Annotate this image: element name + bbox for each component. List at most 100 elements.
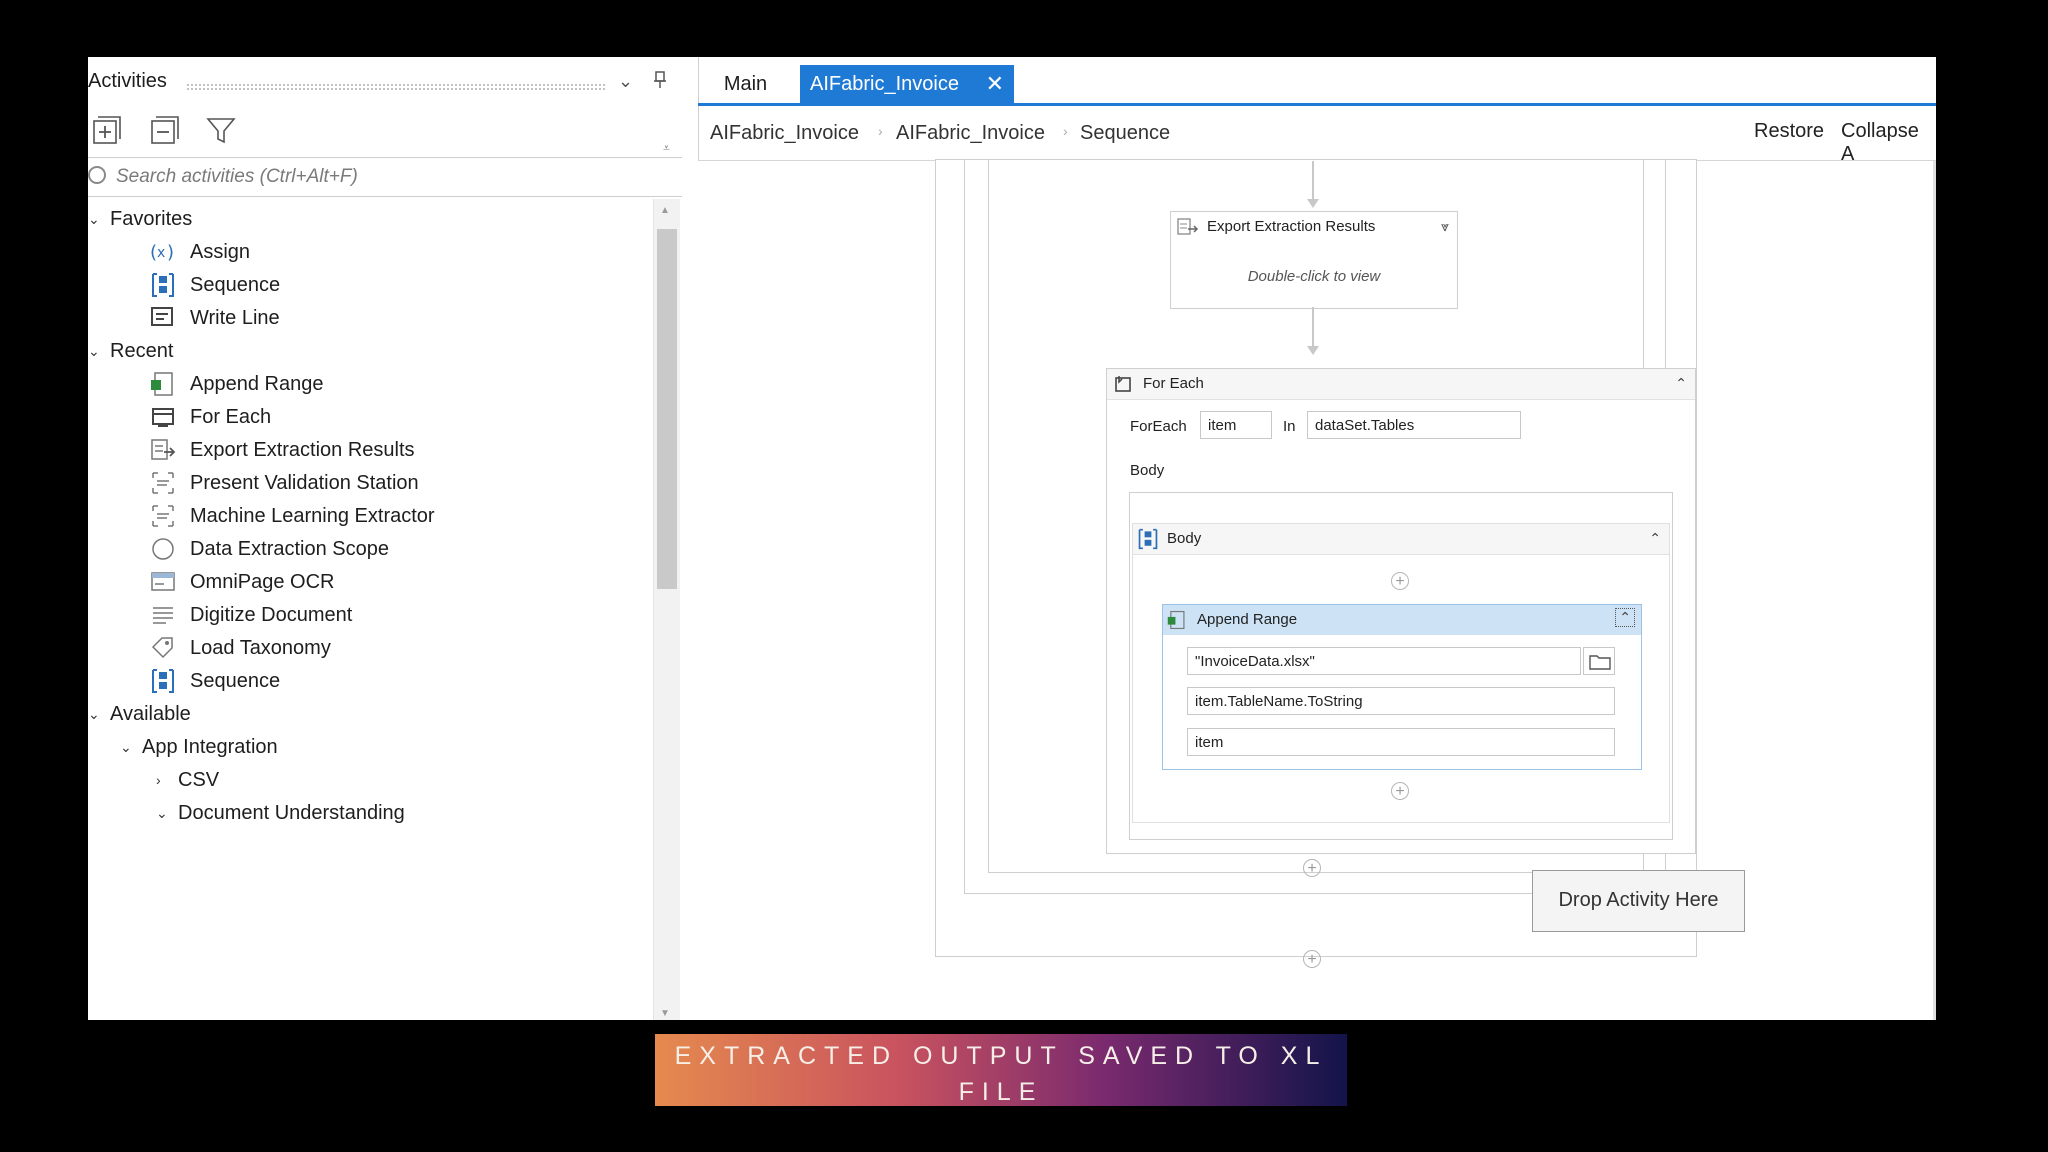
folder-icon [1589, 655, 1611, 670]
validation-station-icon [150, 470, 176, 496]
sheet-name-field[interactable]: item.TableName.ToString [1187, 687, 1615, 715]
workbook-path-field[interactable]: "InvoiceData.xlsx" [1187, 647, 1581, 675]
overflow-icon[interactable]: ⩡ [663, 141, 670, 156]
caption-text: EXTRACTED OUTPUT SAVED TO XL FILE [674, 1042, 1328, 1106]
svg-text:x: x [157, 245, 165, 261]
search-input[interactable] [114, 162, 658, 192]
export-icon [150, 437, 176, 463]
foreach-item-field[interactable]: item [1200, 411, 1272, 439]
document-tabs: Main AIFabric_Invoice ✕ [698, 57, 1936, 106]
activity-title: Export Extraction Results [1207, 218, 1376, 235]
breadcrumb-item[interactable]: AIFabric_Invoice [710, 122, 859, 145]
collapse-all-button[interactable]: Collapse A [1841, 120, 1936, 166]
list-item-label: For Each [190, 405, 272, 428]
breadcrumb: AIFabric_Invoice › AIFabric_Invoice › Se… [698, 106, 1936, 165]
studio-window: Activities ⌄ ⩡ ⌄ Favorites (x) Assi [88, 57, 1936, 1020]
chevron-right-icon[interactable]: › [156, 772, 178, 788]
chevron-down-icon[interactable]: ⌄ [88, 343, 110, 360]
group-label: Recent [110, 339, 174, 362]
body-drop-area[interactable]: Body ⌃ + Append Range ⌃ "InvoiceData.xls… [1129, 492, 1673, 840]
for-each-icon [150, 404, 176, 430]
list-item-label: Digitize Document [190, 603, 353, 626]
append-range-icon [1167, 610, 1185, 630]
collapse-icon[interactable]: ⌃ [1615, 608, 1635, 627]
sequence-icon [1138, 528, 1158, 550]
collapse-icon[interactable]: ⌃ [1649, 530, 1661, 547]
foreach-collection-field[interactable]: dataSet.Tables [1307, 411, 1521, 439]
activity-header: Body ⌃ [1133, 524, 1669, 555]
restore-button[interactable]: Restore [1754, 120, 1824, 143]
add-activity-icon[interactable]: + [1303, 859, 1321, 877]
add-activity-icon[interactable]: + [1391, 572, 1409, 590]
chevron-down-icon[interactable]: ⌄ [88, 211, 110, 228]
group-label: CSV [178, 768, 220, 791]
export-extraction-activity[interactable]: Export Extraction Results ⩔ Double-click… [1170, 211, 1458, 309]
group-label: Favorites [110, 207, 193, 230]
activity-header: Export Extraction Results ⩔ [1171, 212, 1457, 242]
arrow-icon [1307, 346, 1319, 355]
for-each-icon [1115, 376, 1131, 392]
close-icon[interactable]: ✕ [986, 65, 1004, 103]
list-item-label: Sequence [190, 273, 281, 296]
add-activity-icon[interactable]: + [1303, 950, 1321, 968]
arrow-icon [1307, 199, 1319, 208]
chevron-down-icon[interactable]: ⌄ [88, 706, 110, 723]
for-each-activity[interactable]: For Each ⌃ ForEach item In dataSet.Table… [1106, 368, 1696, 854]
caption-banner: EXTRACTED OUTPUT SAVED TO XL FILE [655, 1034, 1347, 1106]
breadcrumb-item[interactable]: AIFabric_Invoice [896, 122, 1045, 145]
body-sequence[interactable]: Body ⌃ + Append Range ⌃ "InvoiceData.xls… [1132, 523, 1670, 823]
chevron-down-icon[interactable]: ⌄ [618, 71, 633, 92]
activity-title: For Each [1143, 375, 1204, 392]
breadcrumb-item[interactable]: Sequence [1080, 122, 1170, 145]
canvas-scrollbar[interactable] [1933, 161, 1936, 1020]
append-range-activity[interactable]: Append Range ⌃ "InvoiceData.xlsx" item.T… [1162, 604, 1642, 770]
list-item-label: Present Validation Station [190, 471, 419, 494]
chevron-down-icon[interactable]: ⌄ [120, 739, 142, 756]
list-item-label: Data Extraction Scope [190, 537, 389, 560]
expand-icon[interactable]: ⩔ [1441, 218, 1449, 235]
svg-text:(: ( [150, 242, 157, 263]
activities-panel: Activities ⌄ ⩡ ⌄ Favorites (x) Assi [88, 57, 699, 1020]
tab-label: AIFabric_Invoice [810, 73, 959, 95]
pin-icon[interactable] [653, 71, 667, 94]
activity-header: Append Range ⌃ [1163, 605, 1641, 635]
extraction-scope-icon [150, 536, 176, 562]
svg-text:): ) [167, 242, 174, 263]
workflow-canvas[interactable]: Export Extraction Results ⩔ Double-click… [698, 159, 1936, 1020]
scroll-up-icon[interactable]: ▲ [660, 205, 670, 216]
chevron-down-icon[interactable]: ⌄ [156, 805, 178, 822]
list-item-label: Assign [190, 240, 251, 263]
activities-title: Activities [88, 70, 167, 92]
filter-icon[interactable] [206, 115, 238, 147]
append-range-icon [150, 371, 176, 397]
body-label: Body [1130, 462, 1165, 479]
datatable-field[interactable]: item [1187, 728, 1615, 756]
scrollbar-thumb[interactable] [657, 229, 677, 589]
ml-extractor-icon [150, 503, 176, 529]
browse-folder-button[interactable] [1583, 647, 1615, 675]
list-item-label: OmniPage OCR [190, 570, 335, 593]
list-item-label: Append Range [190, 372, 324, 395]
group-label: App Integration [142, 735, 278, 758]
tab-aifabric-invoice[interactable]: AIFabric_Invoice ✕ [800, 65, 1014, 103]
activities-tree: ⌄ Favorites (x) Assign Sequence Write Li… [88, 197, 648, 1017]
list-item-label: Load Taxonomy [190, 636, 331, 659]
double-click-hint: Double-click to view [1247, 268, 1381, 285]
scroll-down-icon[interactable]: ▼ [660, 1008, 670, 1019]
foreach-label: ForEach [1130, 418, 1187, 435]
tab-main[interactable]: Main [698, 65, 793, 103]
activity-title: Body [1167, 530, 1202, 547]
list-item-label: Write Line [190, 306, 280, 329]
list-item-label: Machine Learning Extractor [190, 504, 435, 527]
expand-all-icon[interactable] [92, 115, 124, 147]
activities-scrollbar[interactable]: ▲ ▼ [653, 199, 680, 1020]
digitize-icon [150, 602, 176, 628]
chevron-right-icon: › [1063, 123, 1068, 139]
sequence-icon [150, 272, 176, 298]
group-document-understanding[interactable]: ⌄ Document Understanding [156, 793, 405, 833]
collapse-icon[interactable]: ⌃ [1675, 375, 1687, 392]
panel-drag-handle[interactable] [186, 83, 606, 91]
collapse-all-icon[interactable] [150, 115, 182, 147]
add-activity-icon[interactable]: + [1391, 782, 1409, 800]
ocr-icon [150, 569, 176, 595]
